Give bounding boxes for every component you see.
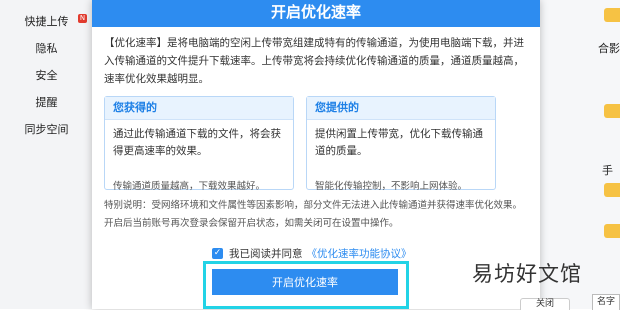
dialog-title: 开启优化速率 xyxy=(92,0,540,27)
background-text-fragment: 合影 xyxy=(598,42,620,55)
enable-optimize-button[interactable]: 开启优化速率 xyxy=(212,269,398,295)
sidebar-item-label: 隐私 xyxy=(35,42,58,55)
sidebar-item-label: 安全 xyxy=(35,69,58,82)
benefit-card: 您获得的 通过此传输通道下载的文件，将会获得更高速率的效果。 传输通道质量越高，… xyxy=(104,96,294,192)
yellow-marker-icon xyxy=(604,8,620,22)
background-text-fragment: 名字 xyxy=(592,294,620,310)
sidebar-item-sync-space[interactable]: 同步空间 xyxy=(0,121,93,137)
confirm-button-highlight: 开启优化速率 xyxy=(203,261,409,309)
contribution-card: 您提供的 提供闲置上传带宽，优化下载传输通道的质量。 智能化传输控制，不影响上网… xyxy=(306,96,496,192)
agreement-row: ✓ 我已阅读并同意 《优化速率功能协议》 xyxy=(212,246,412,261)
sidebar-item-security[interactable]: 安全 xyxy=(0,67,93,83)
yellow-marker-icon xyxy=(604,104,620,118)
contribution-card-title: 您提供的 xyxy=(307,97,495,120)
sidebar-item-label: 快捷上传 xyxy=(24,15,69,28)
benefit-card-footnote: 传输通道质量越高，下载效果越好。 xyxy=(113,181,266,192)
background-text-fragment: 手 xyxy=(602,164,613,177)
yellow-marker-icon xyxy=(604,224,620,238)
contribution-card-body: 提供闲置上传带宽，优化下载传输通道的质量。 xyxy=(315,128,483,157)
sidebar-item-reminder[interactable]: 提醒 xyxy=(0,94,93,110)
dialog-intro: 【优化速率】是将电脑端的空闲上传带宽组建成特有的传输通道，为使用电脑端下载，并进… xyxy=(104,37,524,85)
settings-sidebar: 快捷上传 N 隐私 安全 提醒 同步空间 xyxy=(0,0,93,309)
sidebar-item-privacy[interactable]: 隐私 xyxy=(0,40,93,56)
contribution-card-footnote: 智能化传输控制，不影响上网体验。 xyxy=(315,181,468,192)
watermark: 易坊好文馆 xyxy=(472,262,582,286)
benefit-card-title: 您获得的 xyxy=(105,97,293,120)
agreement-label: 我已阅读并同意 xyxy=(229,248,303,260)
new-badge: N xyxy=(78,14,87,23)
yellow-marker-icon xyxy=(604,183,620,197)
sidebar-item-label: 提醒 xyxy=(35,96,58,109)
close-button[interactable]: 关闭 xyxy=(520,298,570,310)
agreement-checkbox[interactable]: ✓ xyxy=(212,248,223,259)
benefit-card-body: 通过此传输通道下载的文件，将会获得更高速率的效果。 xyxy=(113,128,281,157)
agreement-link[interactable]: 《优化速率功能协议》 xyxy=(307,246,412,261)
special-note: 特别说明：受网络环境和文件属性等因素影响，部分文件无法进入此传输通道并获得速率优… xyxy=(104,200,523,229)
sidebar-item-label: 同步空间 xyxy=(24,123,69,136)
